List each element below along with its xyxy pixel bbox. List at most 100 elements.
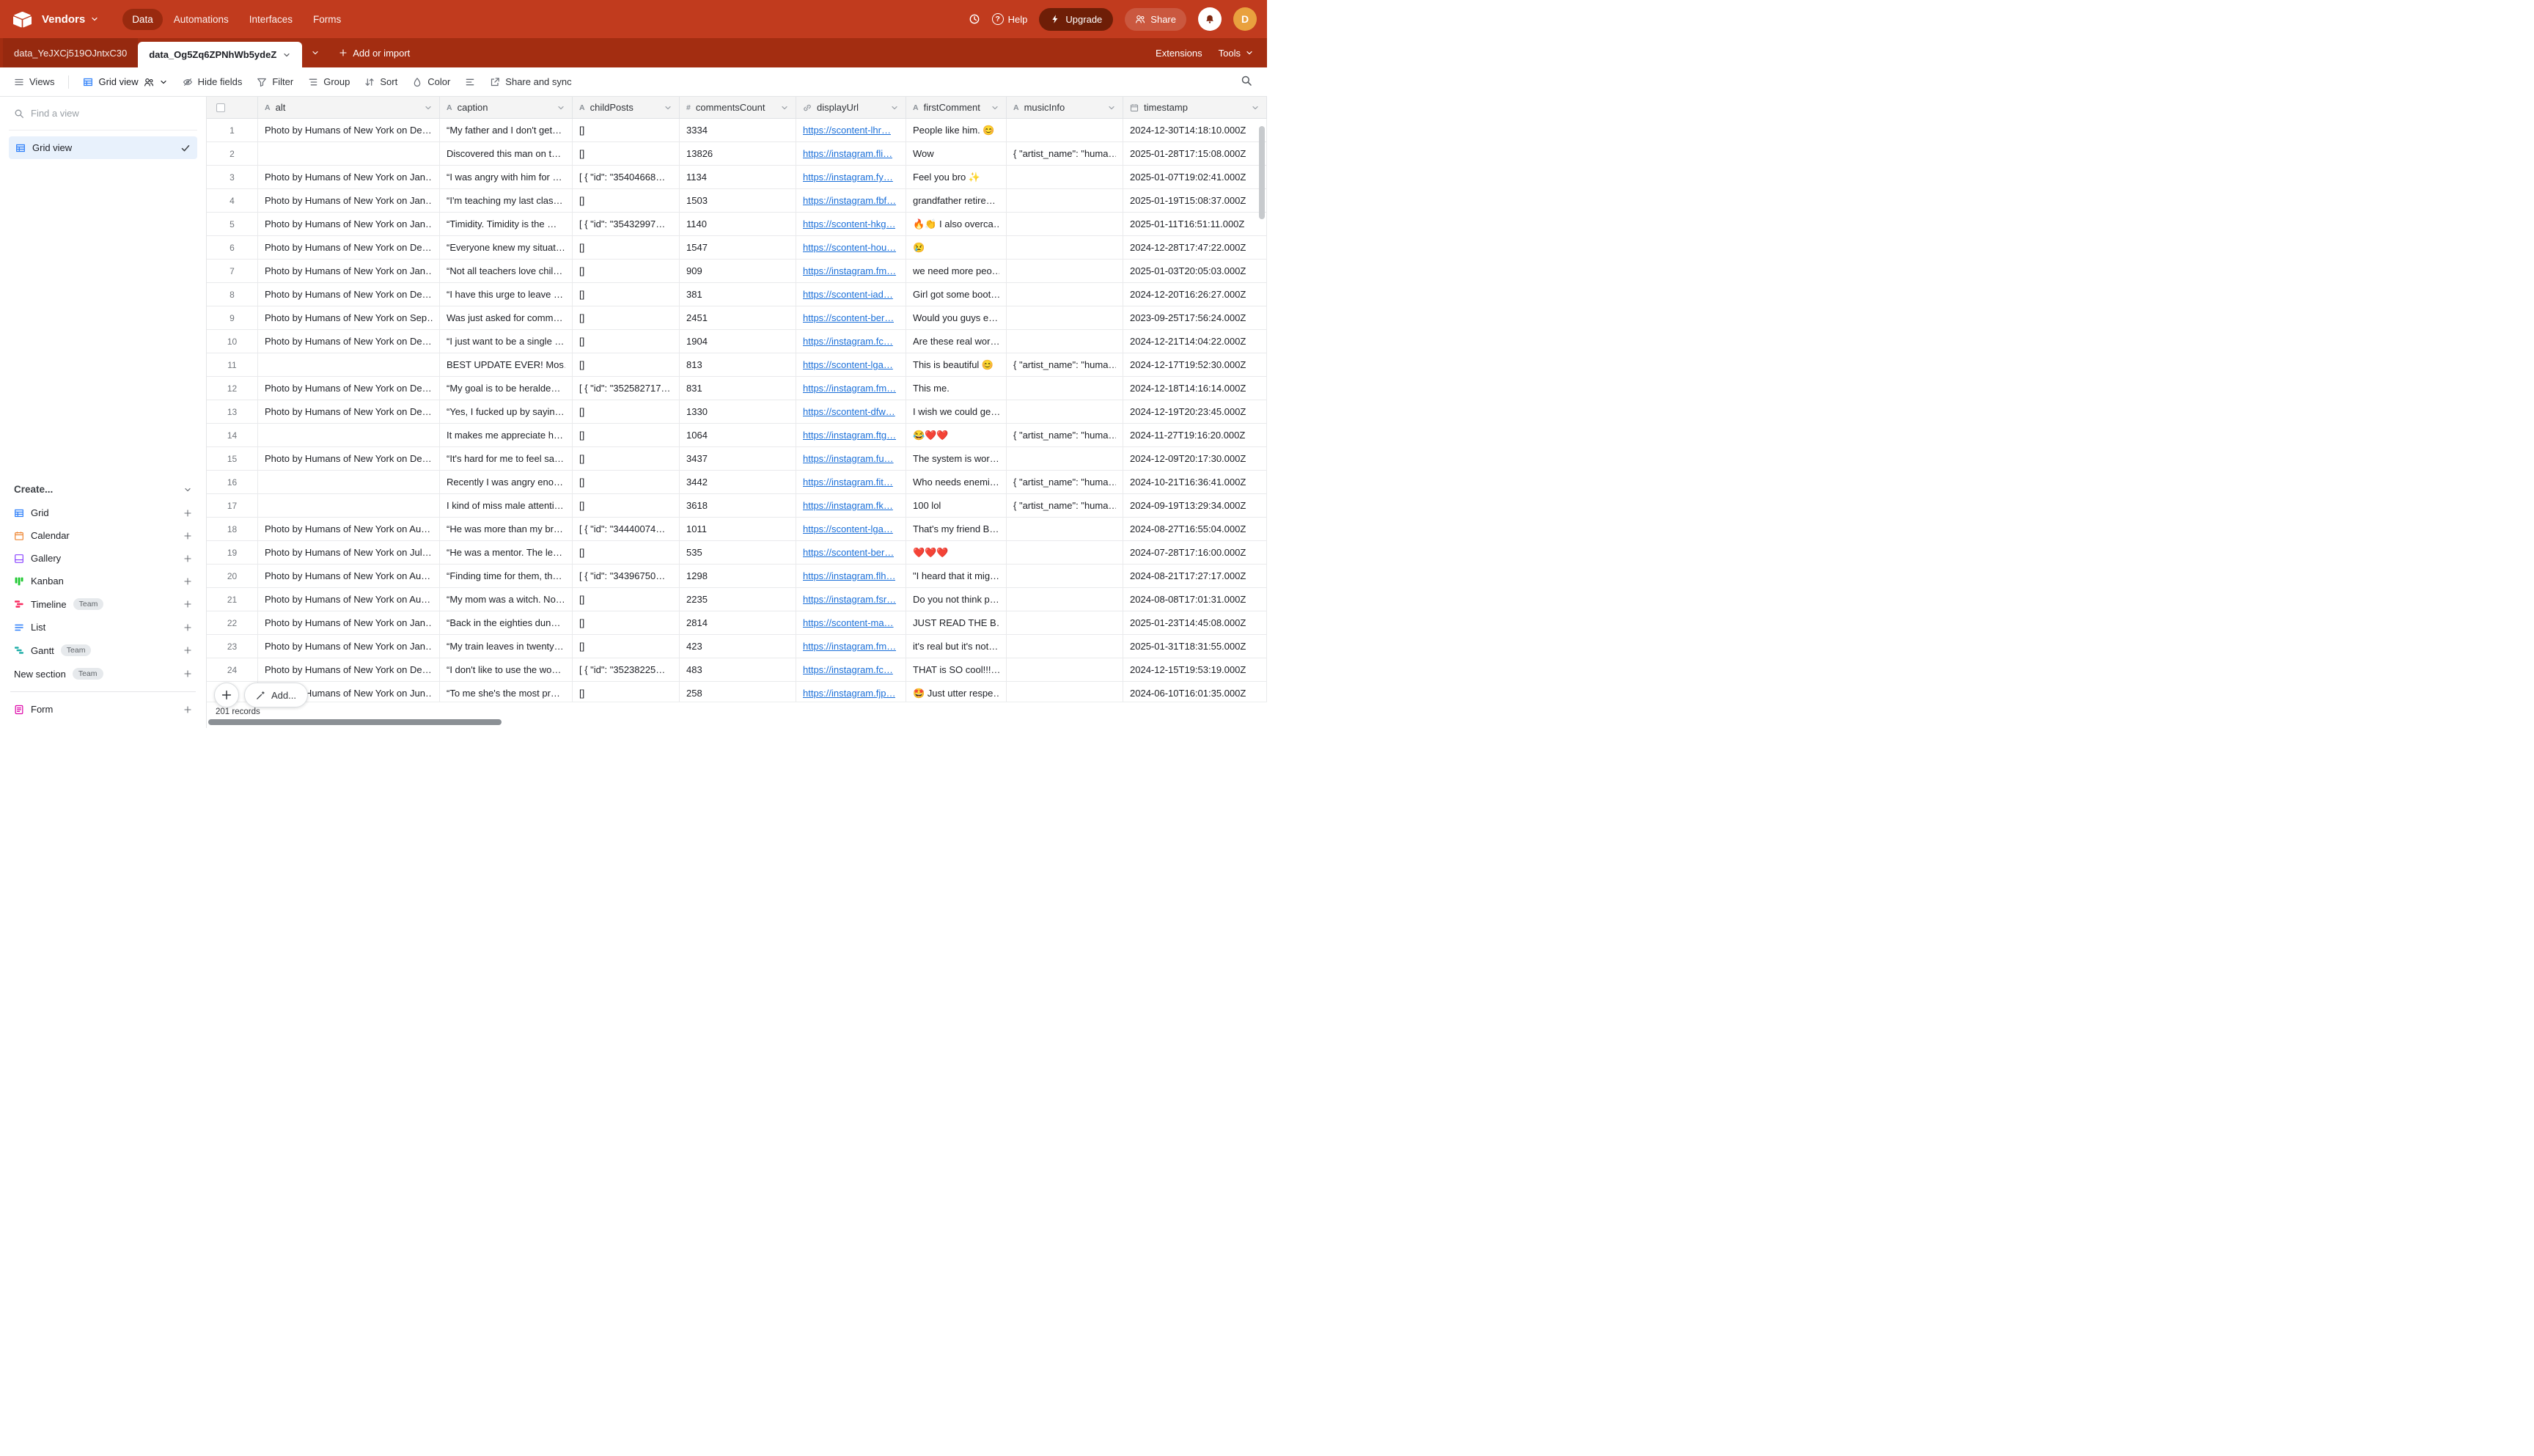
cell-displayUrl[interactable]: https://instagram.flh… — [796, 565, 906, 587]
cell-childPosts[interactable]: [ { "id": "34396750… — [573, 565, 680, 587]
cell-timestamp[interactable]: 2024-12-20T16:26:27.000Z — [1123, 283, 1267, 306]
cell-musicInfo[interactable] — [1007, 119, 1123, 141]
plus-icon[interactable] — [183, 705, 192, 714]
cell-musicInfo[interactable] — [1007, 447, 1123, 470]
column-menu-chevron-icon[interactable] — [664, 103, 672, 112]
cell-displayUrl[interactable]: https://instagram.fm… — [796, 377, 906, 400]
cell-displayUrl[interactable]: https://scontent-lhr… — [796, 119, 906, 141]
cell-commentsCount[interactable]: 1140 — [680, 213, 796, 235]
cell-alt[interactable]: Photo by Humans of New York on De… — [258, 119, 440, 141]
cell-commentsCount[interactable]: 1298 — [680, 565, 796, 587]
table-tab-active[interactable]: data_Og5Zq6ZPNhWb5ydeZ — [138, 42, 302, 67]
help-button[interactable]: ? Help — [992, 13, 1028, 25]
cell-commentsCount[interactable]: 2814 — [680, 611, 796, 634]
plus-icon[interactable] — [183, 509, 192, 518]
cell-childPosts[interactable]: [ { "id": "35432997… — [573, 213, 680, 235]
table-row[interactable]: 1Photo by Humans of New York on De…“My f… — [207, 119, 1267, 142]
cell-firstComment[interactable]: it's real but it's not… — [906, 635, 1007, 658]
cell-commentsCount[interactable]: 3437 — [680, 447, 796, 470]
cell-firstComment[interactable]: The system is wor… — [906, 447, 1007, 470]
cell-commentsCount[interactable]: 1330 — [680, 400, 796, 423]
cell-alt[interactable]: Photo by Humans of New York on Au… — [258, 565, 440, 587]
cell-musicInfo[interactable] — [1007, 260, 1123, 282]
cell-alt[interactable]: Photo by Humans of New York on De… — [258, 447, 440, 470]
cell-caption[interactable]: “My mom was a witch. No… — [440, 588, 573, 611]
table-row[interactable]: 24Photo by Humans of New York on De…“I d… — [207, 658, 1267, 682]
cell-caption[interactable]: “My goal is to be heralde… — [440, 377, 573, 400]
cell-commentsCount[interactable]: 483 — [680, 658, 796, 681]
cell-timestamp[interactable]: 2024-12-19T20:23:45.000Z — [1123, 400, 1267, 423]
cell-commentsCount[interactable]: 813 — [680, 353, 796, 376]
cell-firstComment[interactable]: 😢 — [906, 236, 1007, 259]
cell-displayUrl[interactable]: https://scontent-iad… — [796, 283, 906, 306]
cell-timestamp[interactable]: 2024-12-18T14:16:14.000Z — [1123, 377, 1267, 400]
cell-childPosts[interactable]: [] — [573, 588, 680, 611]
cell-displayUrl[interactable]: https://scontent-ma… — [796, 611, 906, 634]
cell-displayUrl[interactable]: https://scontent-ber… — [796, 541, 906, 564]
cell-alt[interactable] — [258, 142, 440, 165]
cell-timestamp[interactable]: 2024-08-08T17:01:31.000Z — [1123, 588, 1267, 611]
nav-tab-forms[interactable]: Forms — [304, 9, 350, 30]
cell-caption[interactable]: “Everyone knew my situat… — [440, 236, 573, 259]
cell-alt[interactable]: Photo by Humans of New York on De… — [258, 283, 440, 306]
cell-link[interactable]: https://scontent-lhr… — [803, 125, 891, 136]
table-row[interactable]: 6Photo by Humans of New York on De…“Ever… — [207, 236, 1267, 260]
cell-caption[interactable]: “My father and I don't get… — [440, 119, 573, 141]
cell-timestamp[interactable]: 2024-11-27T19:16:20.000Z — [1123, 424, 1267, 446]
create-item-list[interactable]: List — [9, 616, 197, 639]
cell-alt[interactable] — [258, 471, 440, 493]
cell-displayUrl[interactable]: https://instagram.fbf… — [796, 189, 906, 212]
cell-displayUrl[interactable]: https://scontent-hou… — [796, 236, 906, 259]
cell-displayUrl[interactable]: https://instagram.fy… — [796, 166, 906, 188]
cell-childPosts[interactable]: [] — [573, 260, 680, 282]
select-all-cell[interactable] — [207, 97, 258, 118]
cell-displayUrl[interactable]: https://scontent-hkg… — [796, 213, 906, 235]
cell-caption[interactable]: “I'm teaching my last clas… — [440, 189, 573, 212]
extensions-button[interactable]: Extensions — [1156, 48, 1202, 59]
cell-caption[interactable]: Discovered this man on t… — [440, 142, 573, 165]
cell-link[interactable]: https://instagram.fli… — [803, 148, 892, 159]
cell-link[interactable]: https://instagram.fu… — [803, 453, 894, 464]
cell-link[interactable]: https://scontent-iad… — [803, 289, 893, 300]
table-row[interactable]: 10Photo by Humans of New York on De…“I j… — [207, 330, 1267, 353]
cell-timestamp[interactable]: 2024-12-15T19:53:19.000Z — [1123, 658, 1267, 681]
cell-caption[interactable]: “I just want to be a single … — [440, 330, 573, 353]
cell-timestamp[interactable]: 2024-10-21T16:36:41.000Z — [1123, 471, 1267, 493]
cell-displayUrl[interactable]: https://instagram.fit… — [796, 471, 906, 493]
cell-commentsCount[interactable]: 423 — [680, 635, 796, 658]
cell-link[interactable]: https://scontent-ber… — [803, 547, 894, 558]
share-and-sync-button[interactable]: Share and sync — [483, 72, 578, 92]
upgrade-button[interactable]: Upgrade — [1039, 8, 1113, 31]
cell-musicInfo[interactable] — [1007, 213, 1123, 235]
sort-button[interactable]: Sort — [358, 72, 404, 92]
cell-alt[interactable]: Photo by Humans of New York on Jan… — [258, 635, 440, 658]
cell-timestamp[interactable]: 2024-08-27T16:55:04.000Z — [1123, 518, 1267, 540]
cell-musicInfo[interactable] — [1007, 400, 1123, 423]
cell-timestamp[interactable]: 2025-01-19T15:08:37.000Z — [1123, 189, 1267, 212]
cell-link[interactable]: https://instagram.fsr… — [803, 594, 896, 605]
plus-icon[interactable] — [183, 646, 192, 655]
cell-firstComment[interactable]: ❤️❤️❤️ — [906, 541, 1007, 564]
cell-link[interactable]: https://scontent-ma… — [803, 617, 894, 628]
cell-commentsCount[interactable]: 1064 — [680, 424, 796, 446]
tools-button[interactable]: Tools — [1219, 48, 1254, 59]
cell-displayUrl[interactable]: https://scontent-lga… — [796, 518, 906, 540]
table-row[interactable]: 17I kind of miss male attenti…[]3618http… — [207, 494, 1267, 518]
cell-commentsCount[interactable]: 1503 — [680, 189, 796, 212]
column-menu-chevron-icon[interactable] — [780, 103, 789, 112]
column-header-commentsCount[interactable]: # commentsCount — [680, 97, 796, 118]
cell-childPosts[interactable]: [ { "id": "34440074… — [573, 518, 680, 540]
column-menu-chevron-icon[interactable] — [424, 103, 433, 112]
cell-caption[interactable]: “He was a mentor. The le… — [440, 541, 573, 564]
cell-link[interactable]: https://instagram.fm… — [803, 641, 896, 652]
cell-displayUrl[interactable]: https://instagram.fk… — [796, 494, 906, 517]
cell-caption[interactable]: “Yes, I fucked up by sayin… — [440, 400, 573, 423]
column-menu-chevron-icon[interactable] — [1107, 103, 1116, 112]
cell-timestamp[interactable]: 2025-01-11T16:51:11.000Z — [1123, 213, 1267, 235]
plus-icon[interactable] — [183, 532, 192, 540]
cell-displayUrl[interactable]: https://instagram.ftg… — [796, 424, 906, 446]
cell-childPosts[interactable]: [] — [573, 635, 680, 658]
cell-musicInfo[interactable] — [1007, 518, 1123, 540]
cell-childPosts[interactable]: [ { "id": "35238225… — [573, 658, 680, 681]
cell-displayUrl[interactable]: https://instagram.fm… — [796, 635, 906, 658]
